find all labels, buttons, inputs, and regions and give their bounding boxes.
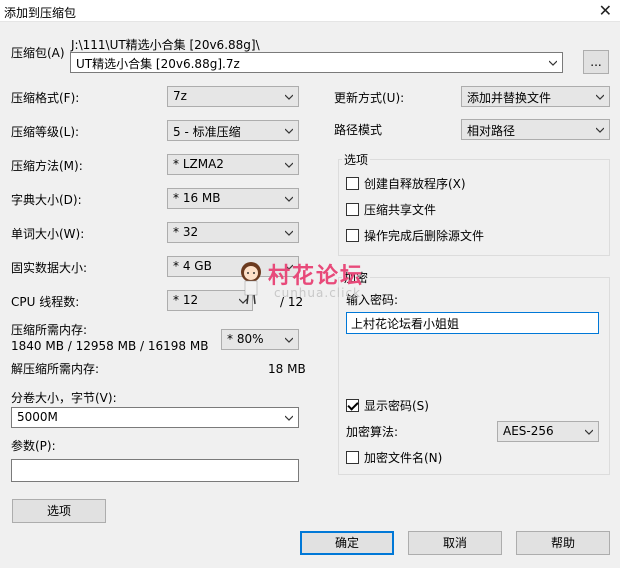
cpu-total: / 12 <box>280 295 304 309</box>
chevron-down-icon <box>285 230 293 236</box>
encrypt-names-label: 加密文件名(N) <box>364 451 443 465</box>
chevron-down-icon <box>585 429 593 435</box>
method-label: 压缩方法(M): <box>11 159 83 173</box>
delete-after-label: 操作完成后删除源文件 <box>364 229 485 243</box>
chevron-down-icon <box>285 94 293 100</box>
level-label: 压缩等级(L): <box>11 125 80 139</box>
split-value: 5000M <box>17 410 58 424</box>
level-combo[interactable]: 5 - 标准压缩 <box>167 120 299 141</box>
browse-button[interactable]: ... <box>583 50 609 74</box>
params-input[interactable] <box>11 459 299 482</box>
chevron-down-icon <box>285 128 293 134</box>
encryption-group-title: 加密 <box>342 270 371 286</box>
solid-combo[interactable]: * 4 GB <box>167 256 299 277</box>
mem-percent-combo[interactable]: * 80% <box>221 329 299 350</box>
chevron-down-icon <box>596 94 604 100</box>
archive-name-combo[interactable]: UT精选小合集 [20v6.88g].7z <box>70 52 563 73</box>
split-label: 分卷大小，字节(V): <box>11 391 117 405</box>
format-label: 压缩格式(F): <box>11 91 80 105</box>
options-group-title: 选项 <box>342 152 371 168</box>
cpu-value: * 12 <box>173 293 199 307</box>
chevron-down-icon <box>285 162 293 168</box>
path-mode-label: 路径模式 <box>334 123 383 137</box>
password-value: 上村花论坛看小姐姐 <box>351 317 460 331</box>
cancel-button[interactable]: 取消 <box>408 531 502 555</box>
close-icon[interactable]: ✕ <box>599 1 612 21</box>
update-label: 更新方式(U): <box>334 91 405 105</box>
title-bar: 添加到压缩包 ✕ <box>0 0 620 22</box>
dict-combo[interactable]: * 16 MB <box>167 188 299 209</box>
path-mode-value: 相对路径 <box>467 124 516 138</box>
chevron-down-icon <box>596 127 604 133</box>
chevron-down-icon <box>549 60 557 66</box>
password-input[interactable]: 上村花论坛看小姐姐 <box>346 312 599 334</box>
cpu-combo[interactable]: * 12 <box>167 290 253 311</box>
format-combo[interactable]: 7z <box>167 86 299 107</box>
chevron-down-icon <box>285 337 293 343</box>
sfx-checkbox[interactable] <box>346 177 359 190</box>
mem-percent-value: * 80% <box>227 332 264 346</box>
split-combo[interactable]: 5000M <box>11 407 299 428</box>
solid-value: * 4 GB <box>173 259 212 273</box>
format-value: 7z <box>173 89 187 103</box>
options-button[interactable]: 选项 <box>12 499 106 523</box>
dict-label: 字典大小(D): <box>11 193 82 207</box>
word-value: * 32 <box>173 225 199 239</box>
sfx-label: 创建自释放程序(X) <box>364 177 466 191</box>
update-value: 添加并替换文件 <box>467 91 552 105</box>
level-value: 5 - 标准压缩 <box>173 125 241 139</box>
shared-checkbox[interactable] <box>346 203 359 216</box>
ok-button[interactable]: 确定 <box>300 531 394 555</box>
word-label: 单词大小(W): <box>11 227 85 241</box>
archive-name-value: UT精选小合集 [20v6.88g].7z <box>76 57 240 71</box>
method-combo[interactable]: * LZMA2 <box>167 154 299 175</box>
cpu-label: CPU 线程数: <box>11 295 80 309</box>
mem-decompress-label: 解压缩所需内存: <box>11 362 100 376</box>
encrypt-names-checkbox[interactable] <box>346 451 359 464</box>
window-title: 添加到压缩包 <box>4 6 77 20</box>
archive-path: J:\111\UT精选小合集 [20v6.88g]\ <box>71 38 260 52</box>
chevron-down-icon <box>285 264 293 270</box>
chevron-down-icon <box>285 196 293 202</box>
shared-label: 压缩共享文件 <box>364 203 437 217</box>
method-value: * LZMA2 <box>173 157 224 171</box>
password-label: 输入密码: <box>346 293 399 307</box>
mem-compress-label: 压缩所需内存: <box>11 323 88 337</box>
path-mode-combo[interactable]: 相对路径 <box>461 119 610 140</box>
mem-compress-detail: 1840 MB / 12958 MB / 16198 MB <box>11 339 209 353</box>
solid-label: 固实数据大小: <box>11 261 88 275</box>
encryption-method-label: 加密算法: <box>346 425 399 439</box>
help-button[interactable]: 帮助 <box>516 531 610 555</box>
chevron-down-icon <box>239 298 247 304</box>
archive-label: 压缩包(A) <box>11 46 65 60</box>
mem-decompress-value: 18 MB <box>268 362 306 376</box>
show-password-checkbox[interactable] <box>346 399 359 412</box>
word-combo[interactable]: * 32 <box>167 222 299 243</box>
update-combo[interactable]: 添加并替换文件 <box>461 86 610 107</box>
chevron-down-icon <box>285 415 293 421</box>
params-label: 参数(P): <box>11 439 56 453</box>
delete-after-checkbox[interactable] <box>346 229 359 242</box>
dict-value: * 16 MB <box>173 191 221 205</box>
show-password-label: 显示密码(S) <box>364 399 429 413</box>
encryption-method-combo[interactable]: AES-256 <box>497 421 599 442</box>
encryption-method-value: AES-256 <box>503 424 554 438</box>
